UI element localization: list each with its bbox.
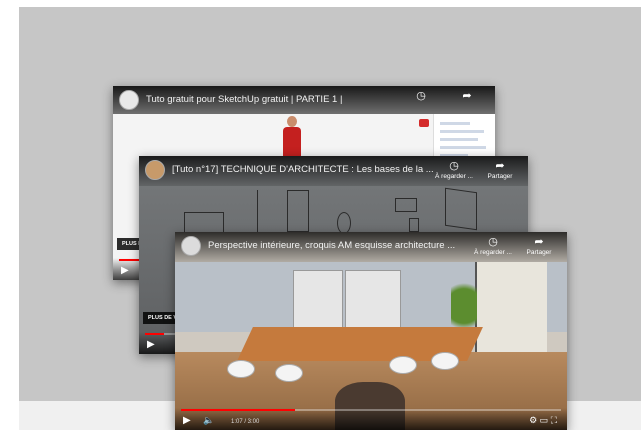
- video-1-titlebar: Tuto gratuit pour SketchUp gratuit | PAR…: [113, 86, 495, 114]
- watch-later-button[interactable]: ◷ À regarder ...: [471, 236, 515, 256]
- sketch-shape: [445, 187, 477, 231]
- gear-icon[interactable]: ⚙: [529, 415, 537, 425]
- share-button[interactable]: ➦: [445, 90, 489, 103]
- video-3-titlebar: Perspective intérieure, croquis AM esqui…: [175, 232, 567, 262]
- video-title[interactable]: Tuto gratuit pour SketchUp gratuit | PAR…: [146, 94, 416, 105]
- share-icon: ➦: [534, 236, 544, 248]
- clock-icon: ◷: [488, 236, 498, 248]
- time-display: 1:07 / 3:00: [231, 419, 260, 425]
- play-icon[interactable]: ▶: [121, 265, 129, 276]
- progress-bar[interactable]: [181, 409, 561, 411]
- sketch-shape: [409, 218, 419, 232]
- video-title[interactable]: [Tuto n°17] TECHNIQUE D'ARCHITECTE : Les…: [172, 164, 442, 175]
- channel-avatar[interactable]: [145, 160, 165, 180]
- share-icon: ➦: [495, 160, 505, 172]
- watch-later-label: À regarder ...: [474, 249, 512, 256]
- share-button[interactable]: ➦ Partager: [478, 160, 522, 180]
- video-title[interactable]: Perspective intérieure, croquis AM esqui…: [208, 240, 478, 251]
- red-logo-icon: [419, 119, 429, 127]
- cast-icon[interactable]: ▭: [540, 415, 549, 425]
- share-button[interactable]: ➦ Partager: [517, 236, 561, 256]
- chair-sketch: [275, 364, 303, 382]
- video-3-controls: ▶ 🔈 1:07 / 3:00 ⚙ ▭ ⛶: [175, 408, 567, 430]
- watch-later-button[interactable]: ◷ À regarder ...: [432, 160, 476, 180]
- fullscreen-icon[interactable]: ⛶: [551, 415, 557, 425]
- sketch-shape: [287, 190, 309, 232]
- video-2-titlebar: [Tuto n°17] TECHNIQUE D'ARCHITECTE : Les…: [139, 156, 528, 186]
- sketch-shape: [337, 212, 351, 234]
- play-icon[interactable]: ▶: [183, 415, 191, 426]
- share-label: Partager: [526, 249, 552, 256]
- video-player-3[interactable]: Perspective intérieure, croquis AM esqui…: [175, 232, 567, 430]
- sketch-shape: [395, 198, 417, 212]
- share-label: Partager: [487, 173, 513, 180]
- clock-icon: ◷: [449, 160, 459, 172]
- watch-later-label: À regarder ...: [435, 173, 473, 180]
- player-right-controls: ⚙ ▭ ⛶: [529, 415, 557, 426]
- share-icon: ➦: [462, 90, 472, 102]
- watch-later-button[interactable]: ◷: [399, 90, 443, 103]
- channel-avatar[interactable]: [181, 236, 201, 256]
- channel-avatar[interactable]: [119, 90, 139, 110]
- chair-sketch: [431, 352, 459, 370]
- clock-icon: ◷: [416, 90, 426, 102]
- progress-fill: [145, 333, 164, 335]
- volume-icon[interactable]: 🔈: [203, 415, 214, 426]
- chair-sketch: [389, 356, 417, 374]
- presenter-figure: [280, 116, 304, 158]
- chair-sketch: [227, 360, 255, 378]
- play-icon[interactable]: ▶: [147, 339, 155, 350]
- progress-fill: [181, 409, 295, 411]
